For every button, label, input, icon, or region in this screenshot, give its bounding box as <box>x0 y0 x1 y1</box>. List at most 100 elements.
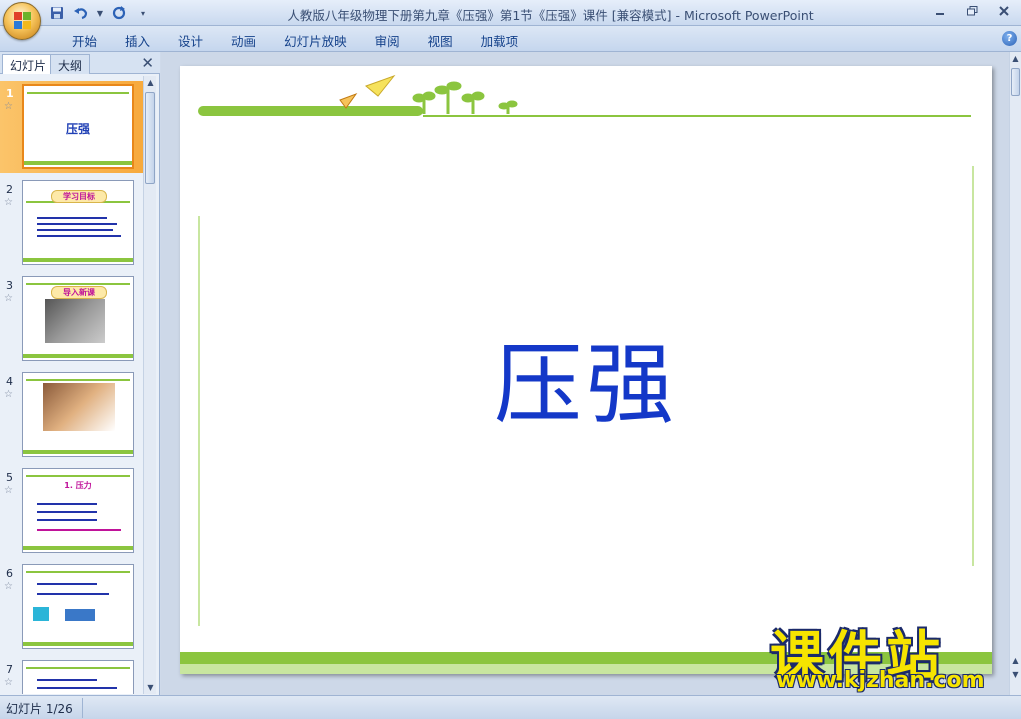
minimize-icon[interactable] <box>931 2 949 20</box>
slide-title[interactable]: 压强 <box>180 314 992 441</box>
pane-tabs: 幻灯片 大纲 ✕ <box>0 52 160 74</box>
thumbnail-number: 2 <box>6 183 13 196</box>
tab-insert[interactable]: 插入 <box>111 31 164 50</box>
tab-home[interactable]: 开始 <box>58 31 111 50</box>
slide-thumbnail[interactable] <box>22 564 134 649</box>
scrollbar-thumb[interactable] <box>145 92 155 184</box>
slide[interactable]: 压强 <box>180 66 992 674</box>
thumb-decoration-line <box>23 642 133 646</box>
ribbon-tabs: 开始 插入 设计 动画 幻灯片放映 审阅 视图 加载项 <box>58 31 532 50</box>
thumb-text-line <box>37 679 97 681</box>
thumbnail-item[interactable]: 3 ☆ 导入新课 <box>0 273 144 365</box>
window-controls <box>931 2 1013 20</box>
thumb-decoration-line <box>26 379 130 381</box>
thumb-decoration-line <box>26 475 130 477</box>
tab-slideshow[interactable]: 幻灯片放映 <box>270 31 361 50</box>
slide-thumbnail[interactable]: 导入新课 <box>22 276 134 361</box>
animation-star-icon: ☆ <box>4 293 13 304</box>
tab-design[interactable]: 设计 <box>164 31 217 50</box>
thumb-text-line <box>37 593 109 595</box>
thumbnail-list: 1 ☆ 压强 2 ☆ 学习目标 3 ☆ 导入新课 4 ☆ 5 ☆ 1. 压力 6… <box>0 76 144 694</box>
slide-canvas: 压强 <box>161 52 1009 695</box>
thumb-text-line <box>37 217 107 219</box>
thumbnail-item[interactable]: 7 ☆ <box>0 657 144 694</box>
slide-scrollbar[interactable]: ▲ ▲ ▼ <box>1009 52 1021 695</box>
thumb-text-line <box>37 519 97 521</box>
thumbnail-item[interactable]: 4 ☆ <box>0 369 144 461</box>
thumbnail-item[interactable]: 2 ☆ 学习目标 <box>0 177 144 269</box>
tab-outline[interactable]: 大纲 <box>50 54 91 74</box>
scroll-up-icon[interactable]: ▲ <box>144 76 157 89</box>
window-title: 人教版八年级物理下册第九章《压强》第1节《压强》课件 [兼容模式] - Micr… <box>287 8 814 23</box>
next-slide-icon[interactable]: ▼ <box>1010 668 1021 681</box>
thumb-text-line <box>37 503 97 505</box>
pane-close-icon[interactable]: ✕ <box>141 54 154 72</box>
scrollbar-thumb[interactable] <box>1011 68 1020 96</box>
office-logo-icon <box>14 12 32 30</box>
animation-star-icon: ☆ <box>4 677 13 688</box>
thumb-decoration-line <box>26 667 130 669</box>
scroll-down-icon[interactable]: ▼ <box>144 681 157 694</box>
scroll-up-icon[interactable]: ▲ <box>1010 52 1021 65</box>
customize-toolbar-icon[interactable]: ▾ <box>134 4 152 22</box>
thumb-text-line <box>37 229 113 231</box>
slide-thumbnail[interactable]: 1. 压力 <box>22 468 134 553</box>
animation-star-icon: ☆ <box>4 197 13 208</box>
restore-icon[interactable] <box>963 2 981 20</box>
thumb-decoration-line <box>23 450 133 454</box>
animation-star-icon: ☆ <box>4 485 13 496</box>
help-icon[interactable]: ? <box>1002 31 1017 46</box>
thumb-decoration-line <box>23 546 133 550</box>
quick-access-toolbar: ▼ ▾ <box>48 4 152 22</box>
thumb-decoration-line <box>26 283 130 285</box>
thumb-shape <box>33 607 49 621</box>
slide-thumbnail[interactable]: 压强 <box>22 84 134 169</box>
animation-star-icon: ☆ <box>4 101 13 112</box>
animation-star-icon: ☆ <box>4 581 13 592</box>
thumb-shape <box>65 609 95 621</box>
slide-thumbnail[interactable] <box>22 660 134 694</box>
thumb-title: 压强 <box>65 122 90 136</box>
undo-dropdown-icon[interactable]: ▼ <box>96 4 104 22</box>
undo-icon[interactable] <box>72 4 90 22</box>
thumb-decoration-line <box>27 92 129 94</box>
thumb-image <box>45 299 105 343</box>
thumbnail-number: 5 <box>6 471 13 484</box>
tab-review[interactable]: 审阅 <box>361 31 414 50</box>
tab-addins[interactable]: 加载项 <box>467 31 533 50</box>
thumb-title: 1. 压力 <box>64 481 92 490</box>
watermark: 课件站 www.kjzhan.com <box>770 612 1010 694</box>
thumb-badge: 学习目标 <box>51 190 107 203</box>
thumb-text-line <box>37 511 97 513</box>
tab-slides[interactable]: 幻灯片 <box>2 54 55 74</box>
thumb-decoration-line <box>23 258 133 262</box>
ribbon-tab-bar: 开始 插入 设计 动画 幻灯片放映 审阅 视图 加载项 ? <box>0 26 1021 52</box>
animation-star-icon: ☆ <box>4 389 13 400</box>
status-divider <box>82 698 83 718</box>
thumbnail-number: 3 <box>6 279 13 292</box>
thumbnail-item[interactable]: 6 ☆ <box>0 561 144 653</box>
thumb-text-line <box>37 529 121 531</box>
thumbnail-scrollbar[interactable]: ▲ ▼ <box>143 76 156 694</box>
watermark-url: www.kjzhan.com <box>776 668 985 693</box>
thumb-decoration-line <box>23 354 133 358</box>
slide-thumbnail[interactable] <box>22 372 134 457</box>
slide-thumbnail[interactable]: 学习目标 <box>22 180 134 265</box>
thumbnail-item[interactable]: 1 ☆ 压强 <box>0 81 144 173</box>
thumb-image <box>43 383 115 431</box>
save-icon[interactable] <box>48 4 66 22</box>
thumbnail-number: 7 <box>6 663 13 676</box>
thumbnail-number: 6 <box>6 567 13 580</box>
thumb-decoration-line <box>24 161 132 165</box>
redo-icon[interactable] <box>110 4 128 22</box>
office-button[interactable] <box>3 2 41 40</box>
previous-slide-icon[interactable]: ▲ <box>1010 654 1021 667</box>
tab-animations[interactable]: 动画 <box>217 31 270 50</box>
tab-view[interactable]: 视图 <box>414 31 467 50</box>
close-icon[interactable] <box>995 2 1013 20</box>
thumbnail-item[interactable]: 5 ☆ 1. 压力 <box>0 465 144 557</box>
thumb-text-line <box>37 583 97 585</box>
thumb-text-line <box>37 687 117 689</box>
thumb-decoration-line <box>26 571 130 573</box>
thumbnail-number: 4 <box>6 375 13 388</box>
